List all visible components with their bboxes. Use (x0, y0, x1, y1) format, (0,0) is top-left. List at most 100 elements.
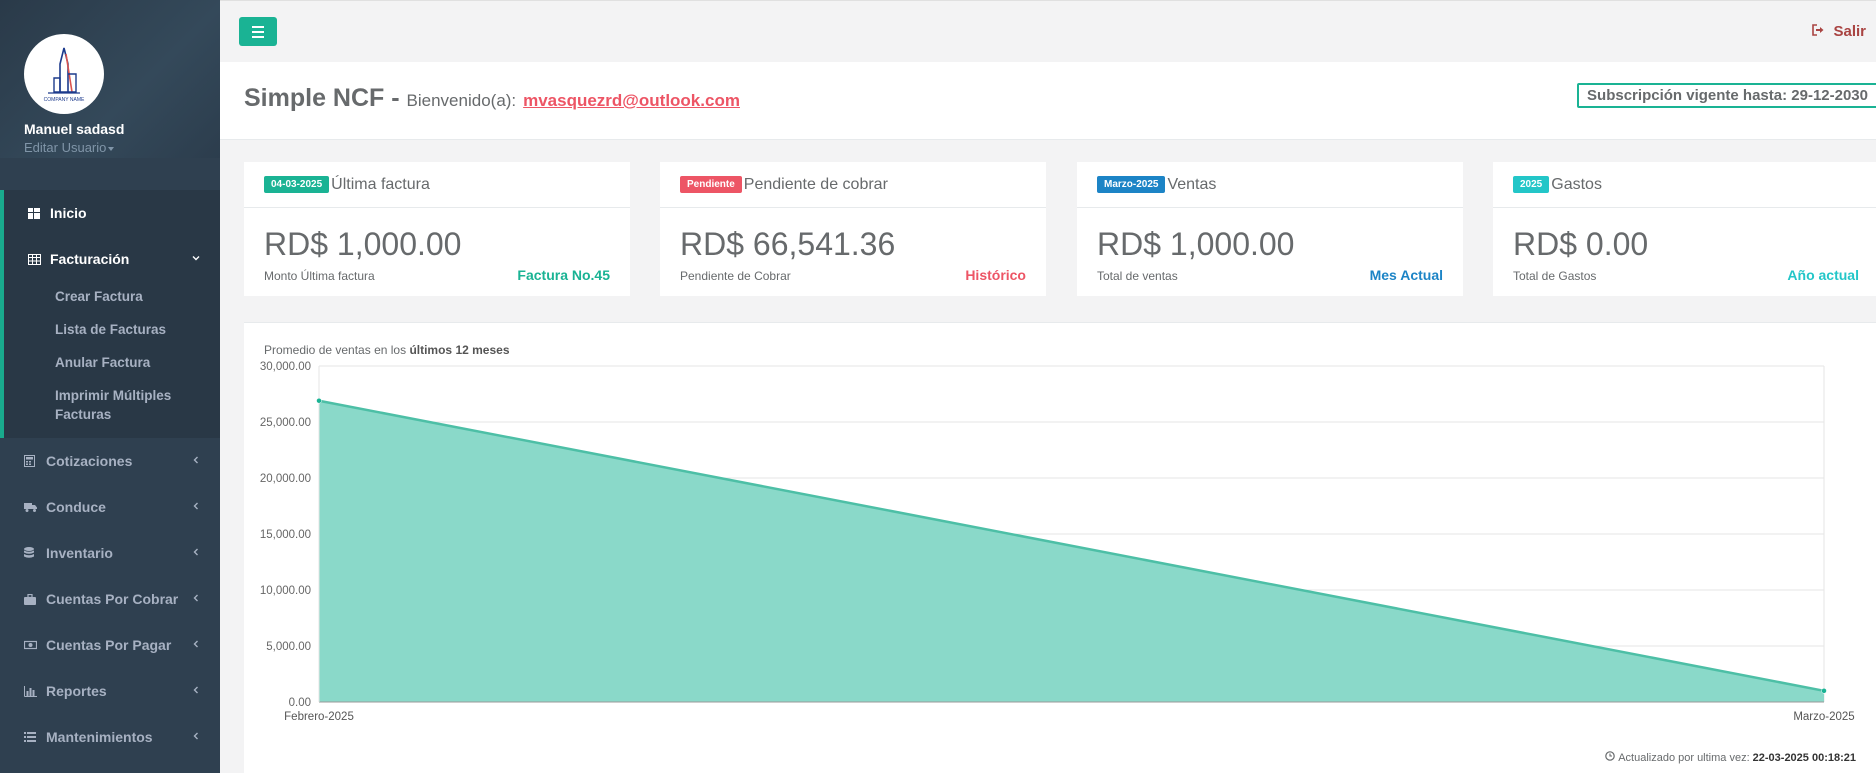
card-subtitle: Monto Última factura (264, 269, 375, 283)
mes-actual-link[interactable]: Mes Actual (1370, 267, 1443, 283)
card-header: 04-03-2025 Última factura (244, 162, 630, 208)
edit-user-label[interactable]: Editar Usuario (24, 140, 106, 155)
sidebar-item-facturacion[interactable]: Facturación (4, 236, 220, 282)
sidebar-item-label[interactable]: Facturación (50, 251, 129, 267)
card-subtitle: Pendiente de Cobrar (680, 269, 791, 283)
app-title-text: Simple NCF - (244, 84, 400, 112)
submenu-crear-factura[interactable]: Crear Factura (4, 287, 220, 306)
submenu-imprimir-multiples-line2[interactable]: Facturas (4, 405, 220, 424)
sidebar-item-label[interactable]: Cotizaciones (46, 453, 132, 469)
caret-down-icon (108, 146, 115, 151)
logout-link[interactable]: Salir (1812, 23, 1866, 40)
x-tick-label: Marzo-2025 (1793, 711, 1854, 723)
sidebar: COMPANY NAME Manuel sadasd Editar Usuari… (0, 0, 220, 773)
sidebar-item-inicio[interactable]: Inicio (4, 190, 220, 236)
page-header: Simple NCF - Bienvenido(a): mvasquezrd@o… (220, 62, 1876, 140)
sidebar-item-label[interactable]: Inicio (50, 205, 87, 221)
logo-text: COMPANY NAME (44, 97, 85, 103)
date-badge: 04-03-2025 (264, 176, 330, 193)
hamburger-icon (252, 25, 264, 28)
dashboard-icon (28, 207, 50, 219)
card-ventas: Marzo-2025 Ventas RD$ 1,000.00 Total de … (1077, 162, 1463, 296)
sidebar-item-label[interactable]: Cuentas Por Pagar (46, 637, 171, 653)
clock-icon (1605, 751, 1615, 764)
card-header: Pendiente Pendiente de cobrar (660, 162, 1046, 208)
card-title: Ventas (1167, 175, 1217, 193)
menu-toggle-button[interactable] (239, 17, 277, 46)
page-title: Simple NCF - Bienvenido(a): mvasquezrd@o… (244, 84, 740, 113)
y-tick-label: 5,000.00 (266, 641, 311, 653)
active-nav-group: Inicio Facturación Crear Factura Lista d… (0, 190, 220, 438)
last-updated-label: Actualizado por ultima vez: (1618, 751, 1750, 764)
sidebar-item-label[interactable]: Mantenimientos (46, 729, 153, 745)
card-ultima-factura: 04-03-2025 Última factura RD$ 1,000.00 M… (244, 162, 630, 296)
card-title: Gastos (1551, 175, 1602, 193)
edit-user-dropdown[interactable]: Editar Usuario (24, 140, 115, 155)
bar-chart-icon (24, 685, 46, 697)
dashboard-content: 04-03-2025 Última factura RD$ 1,000.00 M… (220, 140, 1876, 773)
sales-chart-panel: Promedio de ventas en los últimos 12 mes… (244, 322, 1876, 773)
card-value: RD$ 1,000.00 (264, 226, 462, 262)
data-point (316, 397, 322, 404)
historico-link[interactable]: Histórico (965, 267, 1026, 283)
card-pendiente-cobrar: Pendiente Pendiente de cobrar RD$ 66,541… (660, 162, 1046, 296)
submenu-lista-facturas[interactable]: Lista de Facturas (4, 320, 220, 339)
sidebar-item-mantenimientos[interactable]: Mantenimientos (0, 714, 220, 760)
logout-label[interactable]: Salir (1833, 23, 1866, 40)
profile-header: COMPANY NAME Manuel sadasd Editar Usuari… (0, 0, 220, 158)
sign-out-icon (1812, 23, 1825, 40)
sales-area-chart: 0.00 5,000.00 10,000.00 15,000.00 20,000.00 2… (260, 361, 1855, 723)
chevron-left-icon (192, 453, 200, 467)
subscription-badge: Subscripción vigente hasta: 29-12-2030 (1577, 83, 1876, 108)
sidebar-item-reportes[interactable]: Reportes (0, 668, 220, 714)
submenu-anular-factura[interactable]: Anular Factura (4, 353, 220, 372)
factura-number-link[interactable]: Factura No.45 (517, 267, 610, 283)
card-title: Pendiente de cobrar (743, 175, 888, 193)
user-email-link[interactable]: mvasquezrd@outlook.com (523, 91, 740, 110)
card-header: 2025 Gastos (1493, 162, 1876, 208)
card-gastos: 2025 Gastos RD$ 0.00 Total de Gastos Año… (1493, 162, 1876, 296)
chevron-down-icon (192, 251, 200, 265)
last-updated-value: 22-03-2025 00:18:21 (1752, 751, 1856, 764)
x-tick-label: Febrero-2025 (284, 711, 354, 723)
sidebar-item-label[interactable]: Conduce (46, 499, 106, 515)
top-navbar: Salir (220, 0, 1876, 62)
database-icon (24, 547, 46, 559)
y-tick-label: 0.00 (289, 697, 311, 709)
sidebar-item-cotizaciones[interactable]: Cotizaciones (0, 438, 220, 484)
chevron-left-icon (192, 591, 200, 605)
month-badge: Marzo-2025 (1097, 176, 1166, 193)
calculator-icon (24, 455, 46, 467)
sidebar-item-cuentas-por-pagar[interactable]: Cuentas Por Pagar (0, 622, 220, 668)
card-value: RD$ 66,541.36 (680, 226, 896, 262)
chevron-left-icon (192, 683, 200, 697)
sidebar-item-conduce[interactable]: Conduce (0, 484, 220, 530)
y-tick-label: 25,000.00 (260, 417, 311, 429)
ano-actual-link[interactable]: Año actual (1787, 267, 1859, 283)
sidebar-item-label[interactable]: Cuentas Por Cobrar (46, 591, 178, 607)
sidebar-item-inventario[interactable]: Inventario (0, 530, 220, 576)
truck-icon (24, 502, 46, 512)
y-tick-label: 15,000.00 (260, 529, 311, 541)
company-logo[interactable]: COMPANY NAME (24, 34, 104, 114)
card-header: Marzo-2025 Ventas (1077, 162, 1463, 208)
card-title: Última factura (331, 175, 430, 193)
sidebar-item-cuentas-por-cobrar[interactable]: Cuentas Por Cobrar (0, 576, 220, 622)
chevron-left-icon (192, 545, 200, 559)
sidebar-item-label[interactable]: Inventario (46, 545, 113, 561)
year-badge: 2025 (1513, 176, 1550, 193)
sidebar-item-label[interactable]: Reportes (46, 683, 107, 699)
money-icon (24, 640, 46, 650)
y-tick-label: 10,000.00 (260, 585, 311, 597)
data-point (1821, 688, 1827, 694)
chevron-left-icon (192, 499, 200, 513)
chevron-left-icon (192, 637, 200, 651)
submenu-imprimir-multiples[interactable]: Imprimir Múltiples (4, 386, 220, 405)
card-value: RD$ 0.00 (1513, 226, 1649, 262)
card-subtitle: Total de ventas (1097, 269, 1178, 283)
list-icon (24, 732, 46, 742)
chevron-left-icon (192, 729, 200, 743)
card-value: RD$ 1,000.00 (1097, 226, 1295, 262)
briefcase-icon (24, 593, 46, 605)
card-subtitle: Total de Gastos (1513, 269, 1597, 283)
